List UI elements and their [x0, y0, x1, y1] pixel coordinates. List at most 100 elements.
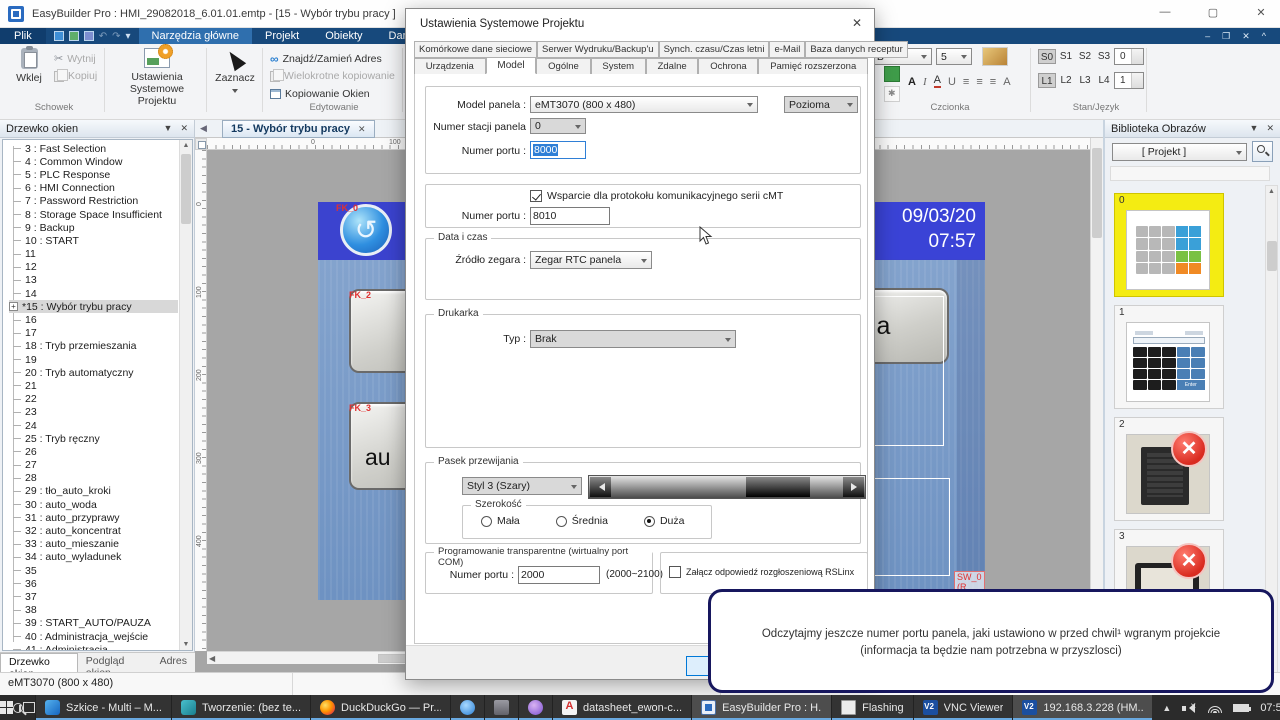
expander-icon[interactable] — [13, 490, 21, 492]
tree-scrollbar[interactable]: ▲ ▼ — [179, 140, 192, 650]
taskbar-app-button[interactable] — [450, 695, 485, 720]
tree-item[interactable]: 17 — [9, 327, 178, 340]
dialog-tab[interactable]: Urządzenia — [414, 58, 486, 75]
expander-icon[interactable] — [13, 174, 21, 176]
dialog-tab[interactable]: e-Mail — [769, 41, 806, 58]
tree-item[interactable]: 36 — [9, 577, 178, 590]
expander-icon[interactable] — [13, 253, 21, 255]
taskbar-app-button[interactable]: Tworzenie: (bez te... — [170, 695, 311, 720]
tree-item[interactable]: 29 : tło_auto_kroki — [9, 485, 178, 498]
transparent-port-input[interactable]: 2000 — [518, 566, 600, 584]
left-panel-tab[interactable]: Drzewko okien — [0, 653, 78, 680]
language-button[interactable]: L1 — [1038, 73, 1056, 88]
task-view-button[interactable] — [19, 695, 35, 720]
expander-icon[interactable] — [13, 556, 21, 558]
expander-icon[interactable] — [13, 319, 21, 321]
mdi-restore-icon[interactable]: ❐ — [1222, 31, 1230, 42]
dialog-tab[interactable]: Zdalne — [645, 58, 699, 75]
taskbar-app-button[interactable]: datasheet_ewon-c... — [552, 695, 692, 720]
tree-item[interactable]: 26 — [9, 445, 178, 458]
dialog-close-icon[interactable]: ✕ — [852, 16, 862, 30]
font-color-a-icon[interactable]: A — [933, 74, 941, 88]
tree-item[interactable]: 31 : auto_przyprawy — [9, 511, 178, 524]
width-radio[interactable]: Średnia — [555, 515, 608, 527]
tree-item[interactable]: 11 — [9, 248, 178, 261]
ribbon-tab[interactable]: Narzędzia główne — [138, 28, 252, 44]
dialog-tab[interactable]: Pamięć rozszerzona — [758, 58, 869, 75]
redo-icon[interactable]: ↷ — [112, 31, 120, 42]
printer-type-select[interactable]: Brak — [530, 330, 736, 348]
effects-icon[interactable] — [884, 86, 900, 102]
expander-icon[interactable] — [13, 200, 21, 202]
tree-item[interactable]: 21 — [9, 379, 178, 392]
start-button[interactable] — [0, 695, 13, 720]
copy-button[interactable]: Kopiuj — [54, 68, 97, 82]
orientation-select[interactable]: Pozioma — [784, 96, 858, 113]
taskbar-search-button[interactable] — [13, 695, 23, 720]
expander-icon[interactable] — [13, 477, 21, 479]
expander-icon[interactable] — [13, 187, 21, 189]
expander-icon[interactable] — [13, 609, 21, 611]
tree-item[interactable]: 24 — [9, 419, 178, 432]
expander-icon[interactable] — [13, 451, 21, 453]
multi-copy-button[interactable]: Wielokrotne kopiowanie — [270, 68, 395, 82]
font-color-icon[interactable] — [982, 47, 1008, 66]
left-panel-tab[interactable]: Adres — [152, 653, 195, 672]
expander-icon[interactable] — [13, 332, 21, 334]
tree-item[interactable]: 3 : Fast Selection — [9, 142, 178, 155]
tree-item[interactable]: 18 : Tryb przemieszania — [9, 340, 178, 353]
undo-icon[interactable]: ↶ — [99, 31, 107, 42]
taskbar-app-button[interactable] — [518, 695, 553, 720]
tree-item[interactable]: 12 — [9, 261, 178, 274]
taskbar-app-button[interactable] — [484, 695, 519, 720]
cmt-support-checkbox[interactable]: Wsparcie dla protokołu komunikacyjnego s… — [530, 190, 783, 202]
expander-icon[interactable] — [13, 583, 21, 585]
expander-icon[interactable] — [13, 161, 21, 163]
scroll-thumb[interactable] — [181, 154, 191, 224]
language-button[interactable]: L2 — [1057, 73, 1075, 88]
expander-icon[interactable] — [13, 596, 21, 598]
expander-icon[interactable] — [13, 411, 21, 413]
underline-icon[interactable]: U — [948, 76, 956, 88]
language-button[interactable]: L3 — [1076, 73, 1094, 88]
align-right-icon[interactable]: ≡ — [990, 76, 996, 88]
quick-access-menu-icon[interactable]: ▾ — [126, 31, 131, 42]
taskbar-app-button[interactable]: EasyBuilder Pro : H... — [691, 695, 832, 720]
station-number-select[interactable]: 0 — [530, 118, 586, 134]
tree-item[interactable]: 5 : PLC Response — [9, 168, 178, 181]
expander-icon[interactable] — [13, 359, 21, 361]
expander-icon[interactable] — [13, 240, 21, 242]
dialog-tab[interactable]: Serwer Wydruku/Backup'u — [537, 41, 659, 58]
tree-item[interactable]: 25 : Tryb ręczny — [9, 432, 178, 445]
ribbon-tab[interactable]: Obiekty — [312, 28, 375, 44]
copy-windows-button[interactable]: Kopiowanie Okien — [270, 88, 370, 100]
scrollbar-style-select[interactable]: Styl 3 (Szary) — [462, 477, 582, 495]
expander-icon[interactable] — [13, 504, 21, 506]
text-style-icon[interactable]: A — [1003, 76, 1010, 88]
clock-source-select[interactable]: Zegar RTC panela — [530, 251, 652, 269]
volume-muted-icon[interactable] — [1182, 701, 1196, 714]
panel-close-icon[interactable]: ✕ — [180, 123, 188, 134]
datetime-display[interactable]: 09/03/20 07:57 — [872, 202, 985, 259]
taskbar-app-button[interactable]: Flashing — [831, 695, 913, 720]
save-icon[interactable] — [53, 31, 64, 41]
dialog-tab[interactable]: Synch. czasu/Czas letni — [658, 41, 770, 58]
expander-icon[interactable] — [13, 622, 21, 624]
library-search-button[interactable] — [1252, 141, 1273, 162]
width-radio[interactable]: Mała — [481, 515, 520, 527]
panel-close-icon[interactable]: ✕ — [1266, 123, 1274, 134]
expander-icon[interactable] — [13, 227, 21, 229]
expander-icon[interactable] — [13, 649, 21, 650]
tree-item[interactable]: 41 : Administracja — [9, 643, 178, 650]
expander-icon[interactable] — [13, 266, 21, 268]
scroll-up-icon[interactable]: ▲ — [1266, 188, 1277, 195]
tree-item[interactable]: 32 : auto_koncentrat — [9, 524, 178, 537]
expander-icon[interactable] — [13, 425, 21, 427]
panel-model-select[interactable]: eMT3070 (800 x 480) — [530, 96, 758, 113]
expander-icon[interactable] — [9, 302, 18, 312]
panel-menu-icon[interactable]: ▼ — [1250, 123, 1259, 134]
language-button[interactable]: L4 — [1095, 73, 1113, 88]
address-grid-icon[interactable] — [884, 66, 900, 82]
state-button[interactable]: S3 — [1095, 49, 1113, 64]
tree-item[interactable]: 33 : auto_mieszanie — [9, 538, 178, 551]
